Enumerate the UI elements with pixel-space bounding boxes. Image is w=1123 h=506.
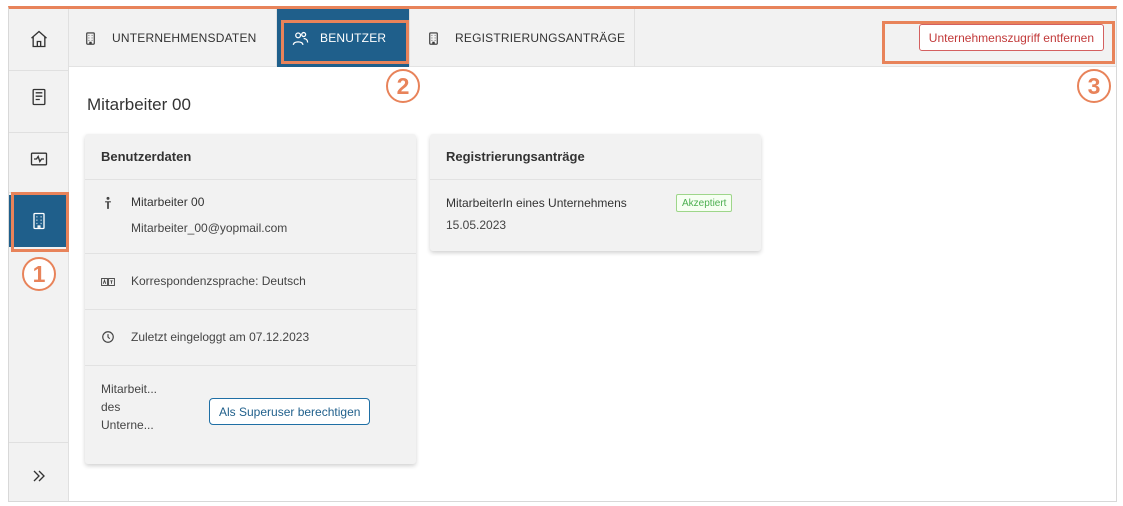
role-label: Mitarbeit... des Unterne... <box>101 380 157 434</box>
role-line: Mitarbeit... <box>101 382 158 396</box>
registration-requests-card: Registrierungsanträge MitarbeiterIn eine… <box>430 134 761 251</box>
sidebar <box>9 9 69 501</box>
documents-button[interactable] <box>9 71 69 123</box>
grant-superuser-button[interactable]: Als Superuser berechtigen <box>209 398 371 425</box>
user-data-card: Benutzerdaten Mitarbeiter 00 Mitarbeiter… <box>85 134 416 464</box>
user-email: Mitarbeiter_00@yopmail.com <box>131 221 288 235</box>
callout-highlight-1 <box>11 192 69 252</box>
registration-request-item: MitarbeiterIn eines Unternehmens Akzepti… <box>430 180 761 250</box>
building-icon <box>86 31 95 45</box>
page-title: Mitarbeiter 00 <box>87 95 191 114</box>
card-title: Registrierungsanträge <box>430 134 761 180</box>
building-icon <box>429 31 438 45</box>
tab-registrierungsantraege[interactable]: REGISTRIERUNGSANTRÄGE <box>410 9 635 67</box>
last-login-row: Zuletzt eingeloggt am 07.12.2023 <box>85 310 416 366</box>
person-icon <box>105 196 111 209</box>
app-frame: UNTERNEHMENSDATEN BENUTZER REGISTRIERUNG… <box>8 6 1117 502</box>
sidebar-divider <box>9 442 69 443</box>
monitoring-button[interactable] <box>9 133 69 185</box>
language-icon <box>101 278 115 286</box>
callout-number-3: 3 <box>1077 69 1111 103</box>
home-icon <box>31 30 47 48</box>
callout-highlight-3 <box>882 21 1115 64</box>
request-date: 15.05.2023 <box>446 218 507 232</box>
role-line: des <box>101 400 121 414</box>
callout-highlight-2 <box>281 20 409 64</box>
tab-label: REGISTRIERUNGSANTRÄGE <box>455 31 626 45</box>
home-button[interactable] <box>9 13 69 65</box>
role-line: Unterne... <box>101 418 154 432</box>
activity-icon <box>30 152 48 166</box>
last-login: Zuletzt eingeloggt am 07.12.2023 <box>131 330 310 344</box>
tab-unternehmensdaten[interactable]: UNTERNEHMENSDATEN <box>69 9 277 67</box>
request-type: MitarbeiterIn eines Unternehmens <box>446 196 627 210</box>
language-row: Korrespondenzsprache: Deutsch <box>85 254 416 310</box>
card-title: Benutzerdaten <box>85 134 416 180</box>
tab-label: UNTERNEHMENSDATEN <box>112 31 257 45</box>
user-name: Mitarbeiter 00 <box>131 195 205 209</box>
status-badge: Akzeptiert <box>676 194 733 212</box>
role-row: Mitarbeit... des Unterne... Als Superuse… <box>85 366 416 462</box>
callout-number-1: 1 <box>22 257 56 291</box>
correspondence-language: Korrespondenzsprache: Deutsch <box>131 274 306 288</box>
chevrons-right-icon <box>33 470 45 482</box>
clock-icon <box>102 331 114 343</box>
callout-number-2: 2 <box>386 69 420 103</box>
book-icon <box>32 88 46 106</box>
user-identity-row: Mitarbeiter 00 Mitarbeiter_00@yopmail.co… <box>85 180 416 254</box>
expand-sidebar-button[interactable] <box>9 450 69 502</box>
